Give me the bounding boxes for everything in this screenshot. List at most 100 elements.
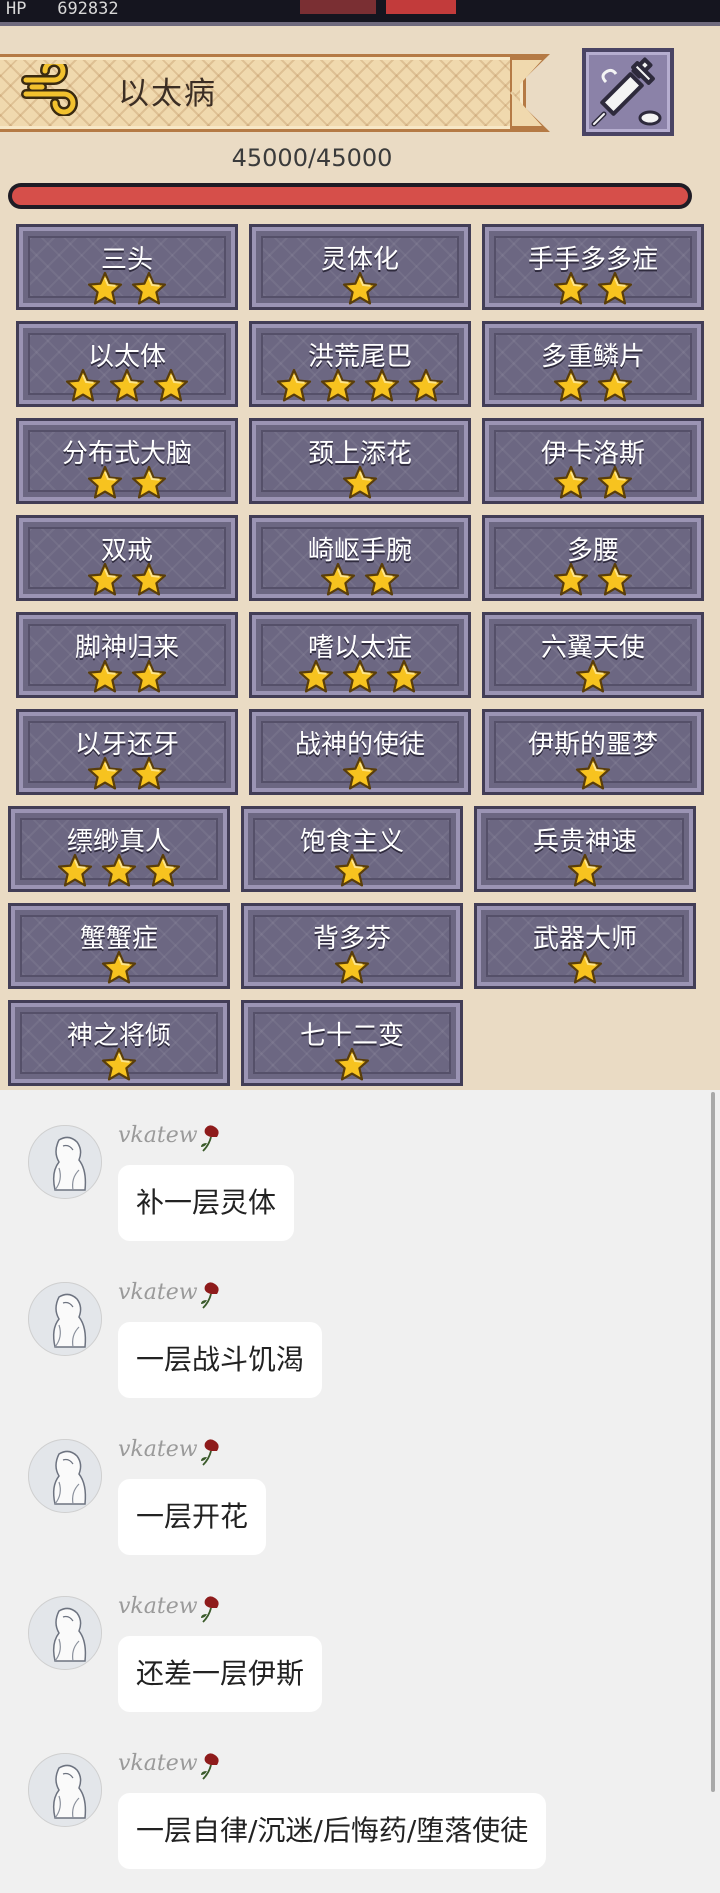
skill-tile[interactable]: 脚神归来: [16, 612, 238, 698]
star-icon: [131, 465, 167, 499]
star-icon: [131, 756, 167, 790]
hp-value: 692832: [57, 0, 119, 19]
username[interactable]: vkatew: [118, 1123, 198, 1148]
skill-stars: [19, 659, 235, 695]
skill-tile[interactable]: 以太体: [16, 321, 238, 407]
star-icon: [342, 756, 378, 790]
star-icon: [57, 853, 93, 887]
star-icon: [364, 368, 400, 402]
star-icon: [131, 659, 167, 693]
skill-stars: [244, 853, 460, 889]
chat-message: vkatew 一层开花: [0, 1437, 720, 1579]
chat-area: vkatew 补一层灵体 vkatew 一层战斗饥渴 vkatew 一层开花 vkatew 还…: [0, 1090, 720, 1886]
avatar[interactable]: [28, 1439, 102, 1513]
hp-bar-fill: [12, 187, 688, 205]
top-status-strip: HP 692832: [0, 0, 720, 22]
skill-stars: [485, 465, 701, 501]
star-icon: [597, 271, 633, 305]
skill-tile[interactable]: 缥缈真人: [8, 806, 230, 892]
star-icon: [553, 562, 589, 596]
skill-tile[interactable]: 蟹蟹症: [8, 903, 230, 989]
skill-tile[interactable]: 崎岖手腕: [249, 515, 471, 601]
skill-stars: [11, 1047, 227, 1083]
username[interactable]: vkatew: [118, 1594, 198, 1619]
skill-stars: [19, 465, 235, 501]
skill-tile[interactable]: 灵体化: [249, 224, 471, 310]
skill-stars: [252, 756, 468, 792]
chat-message: vkatew 还差一层伊斯: [0, 1594, 720, 1736]
message-bubble[interactable]: 一层战斗饥渴: [118, 1322, 323, 1398]
star-icon: [575, 659, 611, 693]
username[interactable]: vkatew: [118, 1437, 198, 1462]
username[interactable]: vkatew: [118, 1280, 198, 1305]
star-icon: [567, 853, 603, 887]
skill-tile[interactable]: 多腰: [482, 515, 704, 601]
skill-tile[interactable]: 武器大师: [474, 903, 696, 989]
rose-emoji-icon: [198, 1437, 224, 1467]
skill-tile[interactable]: 七十二变: [241, 1000, 463, 1086]
message-bubble[interactable]: 一层自律/沉迷/后悔药/堕落使徒: [118, 1793, 547, 1869]
skill-stars: [485, 756, 701, 792]
skill-tile[interactable]: 以牙还牙: [16, 709, 238, 795]
chat-message: vkatew 补一层灵体: [0, 1123, 720, 1265]
message-bubble[interactable]: 还差一层伊斯: [118, 1636, 323, 1712]
avatar[interactable]: [28, 1282, 102, 1356]
skill-tile[interactable]: 兵贵神速: [474, 806, 696, 892]
skill-tile[interactable]: 伊卡洛斯: [482, 418, 704, 504]
star-icon: [320, 368, 356, 402]
skill-tile[interactable]: 饱食主义: [241, 806, 463, 892]
skill-tile[interactable]: 双戒: [16, 515, 238, 601]
star-icon: [87, 465, 123, 499]
skill-stars: [19, 368, 235, 404]
syringe-button[interactable]: [582, 48, 674, 136]
skill-tile[interactable]: 神之将倾: [8, 1000, 230, 1086]
banner-tail-inner: [512, 60, 542, 126]
star-icon: [131, 562, 167, 596]
star-icon: [109, 368, 145, 402]
skill-tile[interactable]: 战神的使徒: [249, 709, 471, 795]
skill-stars: [252, 562, 468, 598]
skill-tile[interactable]: 三头: [16, 224, 238, 310]
message-bubble[interactable]: 补一层灵体: [118, 1165, 295, 1241]
star-icon: [145, 853, 181, 887]
skill-tile[interactable]: 六翼天使: [482, 612, 704, 698]
star-icon: [87, 659, 123, 693]
skill-tile[interactable]: 背多芬: [241, 903, 463, 989]
avatar[interactable]: [28, 1125, 102, 1199]
rose-emoji-icon: [198, 1123, 224, 1153]
skill-stars: [477, 853, 693, 889]
skill-tile[interactable]: 嗜以太症: [249, 612, 471, 698]
skill-stars: [485, 659, 701, 695]
star-icon: [553, 465, 589, 499]
skill-tile[interactable]: 伊斯的噩梦: [482, 709, 704, 795]
status-block: [300, 0, 376, 14]
skill-stars: [244, 950, 460, 986]
star-icon: [342, 271, 378, 305]
star-icon: [131, 271, 167, 305]
star-icon: [101, 853, 137, 887]
star-icon: [87, 756, 123, 790]
avatar[interactable]: [28, 1753, 102, 1827]
avatar[interactable]: [28, 1596, 102, 1670]
scrollbar[interactable]: [711, 1092, 715, 1792]
star-icon: [65, 368, 101, 402]
skill-tile[interactable]: 颈上添花: [249, 418, 471, 504]
skill-tile[interactable]: 分布式大脑: [16, 418, 238, 504]
rose-emoji-icon: [198, 1751, 224, 1781]
skill-stars: [252, 368, 468, 404]
star-icon: [553, 271, 589, 305]
star-icon: [597, 562, 633, 596]
status-block: [386, 0, 456, 14]
skill-stars: [244, 1047, 460, 1083]
star-icon: [334, 950, 370, 984]
skill-tile[interactable]: 手手多多症: [482, 224, 704, 310]
username[interactable]: vkatew: [118, 1751, 198, 1776]
skill-tile[interactable]: 多重鳞片: [482, 321, 704, 407]
skill-stars: [485, 562, 701, 598]
skill-stars: [485, 368, 701, 404]
star-icon: [320, 562, 356, 596]
skill-stars: [477, 950, 693, 986]
message-bubble[interactable]: 一层开花: [118, 1479, 267, 1555]
skill-tile[interactable]: 洪荒尾巴: [249, 321, 471, 407]
star-icon: [408, 368, 444, 402]
